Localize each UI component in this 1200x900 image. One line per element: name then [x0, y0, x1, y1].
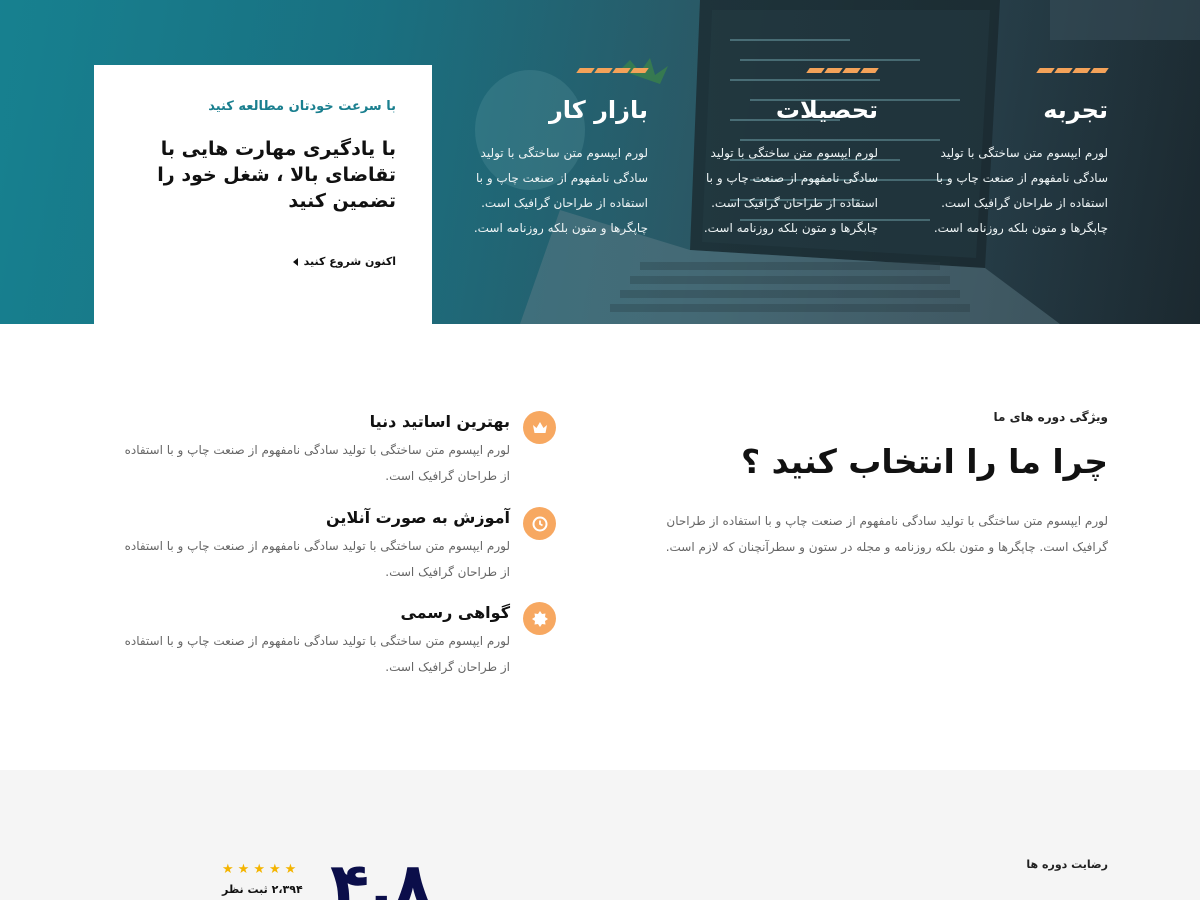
rating-kicker: رضایت دوره ها: [1026, 858, 1108, 871]
promo-title: با یادگیری مهارت هایی با تقاضای بالا ، ش…: [157, 138, 396, 212]
promo-card: با سرعت خودتان مطالعه کنید با یادگیری مه…: [94, 65, 432, 324]
why-title: چرا ما را انتخاب کنید ؟: [740, 442, 1108, 481]
benefit-text: لورم ایپسوم متن ساختگی با تولید سادگی نا…: [124, 539, 510, 579]
feature-text: لورم ایپسوم متن ساختگی با تولید سادگی نا…: [703, 146, 878, 235]
crown-icon: [523, 411, 556, 444]
accent-dashes: [576, 68, 649, 75]
promo-kicker: با سرعت خودتان مطالعه کنید: [208, 99, 396, 114]
benefit-text: لورم ایپسوم متن ساختگی با تولید سادگی نا…: [124, 634, 510, 674]
feature-education: تحصیلات لورم ایپسوم متن ساختگی با تولید …: [686, 68, 879, 241]
benefit-official-certificate: گواهی رسمی لورم ایپسوم متن ساختگی با تول…: [116, 602, 556, 682]
accent-dashes: [1036, 68, 1109, 75]
badge-icon: [523, 602, 556, 635]
benefit-text: لورم ایپسوم متن ساختگی با تولید سادگی نا…: [124, 443, 510, 483]
accent-dashes: [806, 68, 879, 75]
star-icon: ★: [237, 862, 250, 877]
star-icon: ★: [284, 862, 297, 877]
caret-left-icon: [292, 257, 298, 266]
rating-stars: ★ ★ ★ ★ ★: [222, 862, 296, 877]
rating-votes: ۲،۳۹۴ ثبت نظر: [222, 883, 303, 896]
why-kicker: ویژگی دوره های ما: [993, 410, 1108, 424]
feature-title: تجربه: [1043, 96, 1108, 124]
star-icon: ★: [222, 862, 234, 877]
start-now-link[interactable]: اکنون شروع کنید: [292, 255, 396, 268]
benefit-best-teachers: بهترین اساتید دنیا لورم ایپسوم متن ساختگ…: [116, 411, 556, 491]
course-rating-section: رضایت دوره ها ★ ★ ★ ★ ★ ۲،۳۹۴ ثبت نظر ۴.…: [0, 770, 1200, 900]
feature-job-market: بازار کار لورم ایپسوم متن ساختگی با تولی…: [456, 68, 649, 241]
feature-text: لورم ایپسوم متن ساختگی با تولید سادگی نا…: [933, 146, 1108, 235]
star-icon: ★: [268, 862, 281, 877]
start-now-label: اکنون شروع کنید: [303, 255, 396, 268]
feature-text: لورم ایپسوم متن ساختگی با تولید سادگی نا…: [473, 146, 648, 235]
why-text: لورم ایپسوم متن ساختگی با تولید سادگی نا…: [665, 514, 1108, 554]
benefit-title: گواهی رسمی: [400, 603, 510, 622]
why-intro: ویژگی دوره های ما چرا ما را انتخاب کنید …: [650, 410, 1108, 560]
star-icon: ★: [253, 862, 265, 877]
hero-banner: تجربه لورم ایپسوم متن ساختگی با تولید سا…: [0, 0, 1200, 324]
feature-experience: تجربه لورم ایپسوم متن ساختگی با تولید سا…: [916, 68, 1109, 241]
clock-icon: [523, 507, 556, 540]
benefit-title: بهترین اساتید دنیا: [369, 412, 510, 431]
feature-title: تحصیلات: [775, 96, 878, 124]
benefit-title: آموزش به صورت آنلاین: [326, 508, 510, 527]
rating-score: ۴.۸: [330, 850, 433, 900]
benefit-online-learning: آموزش به صورت آنلاین لورم ایپسوم متن ساخ…: [116, 507, 556, 587]
feature-title: بازار کار: [548, 96, 648, 124]
